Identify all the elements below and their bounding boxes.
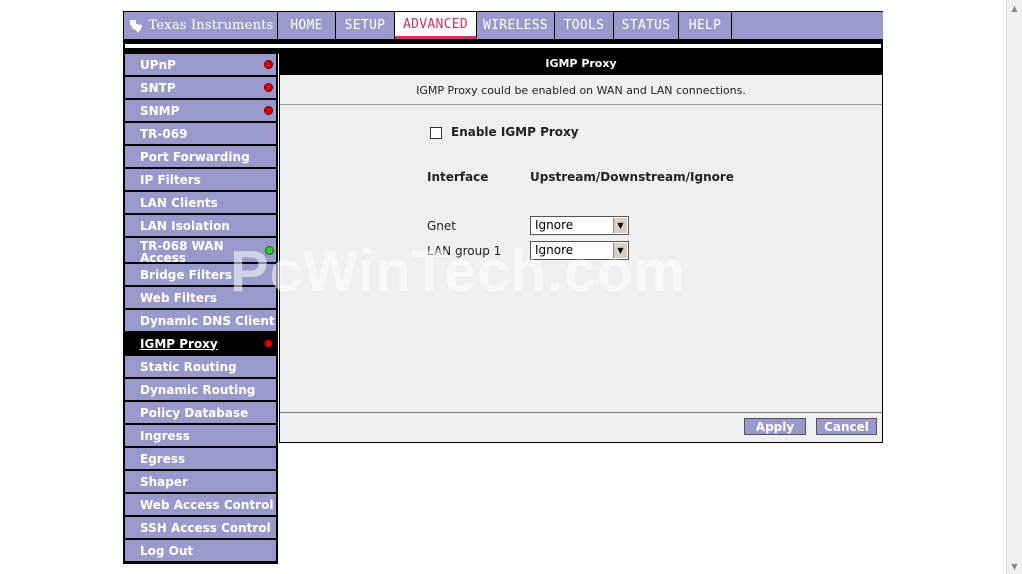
sidebar-item-policy-database[interactable]: Policy Database — [125, 402, 276, 423]
dropdown-arrow-icon[interactable]: ▼ — [613, 243, 627, 258]
status-red-icon — [264, 106, 273, 115]
sidebar-item-label: Port Forwarding — [140, 149, 250, 164]
tab-setup[interactable]: SETUP — [336, 12, 395, 39]
sidebar-item-label: Egress — [140, 451, 186, 466]
sidebar-item-label: IGMP Proxy — [140, 336, 218, 351]
enable-igmp-proxy-checkbox[interactable] — [430, 127, 442, 139]
sidebar-item-label: Web Access Control — [140, 497, 274, 512]
sidebar-item-snmp[interactable]: SNMP — [125, 100, 276, 121]
sidebar-item-shaper[interactable]: Shaper — [125, 471, 276, 492]
gnet-mode-select[interactable]: Ignore ▼ — [530, 216, 629, 235]
vertical-scrollbar[interactable]: ▲ ▼ — [1006, 0, 1022, 574]
main-panel: IGMP Proxy IGMP Proxy could be enabled o… — [279, 53, 883, 443]
sidebar-item-label: Dynamic Routing — [140, 382, 256, 397]
sidebar-item-label: Ingress — [140, 428, 190, 443]
sidebar-item-port-forwarding[interactable]: Port Forwarding — [125, 146, 276, 167]
sidebar-item-ingress[interactable]: Ingress — [125, 425, 276, 446]
sidebar-item-sntp[interactable]: SNTP — [125, 77, 276, 98]
tab-home[interactable]: HOME — [278, 12, 336, 39]
sidebar-item-label: Bridge Filters — [140, 267, 233, 282]
column-header-interface: Interface — [427, 170, 489, 184]
top-nav-bar: Texas Instruments HOME SETUP ADVANCED WI… — [123, 11, 883, 40]
tab-wireless[interactable]: WIRELESS — [477, 12, 555, 39]
texas-state-icon — [129, 19, 142, 33]
footer-divider — [280, 412, 882, 413]
sidebar-item-label: Web Filters — [140, 290, 218, 305]
sidebar-item-lan-clients[interactable]: LAN Clients — [125, 192, 276, 213]
sidebar-item-label: Dynamic DNS Client — [140, 313, 275, 328]
sidebar-item-static-routing[interactable]: Static Routing — [125, 356, 276, 377]
sidebar-item-web-filters[interactable]: Web Filters — [125, 287, 276, 308]
brand-name: Texas Instruments — [148, 18, 274, 33]
sidebar-item-label: IP Filters — [140, 172, 201, 187]
sidebar-item-igmp-proxy[interactable]: IGMP Proxy — [125, 333, 276, 354]
apply-button[interactable]: Apply — [744, 418, 806, 435]
status-red-icon — [264, 339, 273, 348]
status-red-icon — [264, 83, 273, 92]
sidebar-item-upnp[interactable]: UPnP — [125, 54, 276, 75]
sidebar-item-label: SNMP — [140, 103, 180, 118]
sidebar-item-dynamic-dns-client[interactable]: Dynamic DNS Client — [125, 310, 276, 331]
page-title: IGMP Proxy — [280, 53, 882, 75]
sidebar-item-label: UPnP — [140, 57, 176, 72]
status-red-icon — [264, 60, 273, 69]
column-header-mode: Upstream/Downstream/Ignore — [530, 170, 734, 184]
page-description: IGMP Proxy could be enabled on WAN and L… — [280, 75, 882, 105]
sidebar-item-label: LAN Clients — [140, 195, 218, 210]
sidebar-item-egress[interactable]: Egress — [125, 448, 276, 469]
dropdown-arrow-icon[interactable]: ▼ — [613, 218, 627, 233]
interface-label-lan-group-1: LAN group 1 — [427, 244, 502, 258]
sidebar-item-label: Policy Database — [140, 405, 249, 420]
sidebar-item-tr069[interactable]: TR-069 — [125, 123, 276, 144]
sidebar-item-lan-isolation[interactable]: LAN Isolation — [125, 215, 276, 236]
cancel-button[interactable]: Cancel — [816, 418, 877, 435]
tab-tools[interactable]: TOOLS — [555, 12, 614, 39]
sidebar-item-label: LAN Isolation — [140, 218, 230, 233]
sidebar-item-label: Log Out — [140, 543, 194, 558]
scroll-down-icon[interactable]: ▼ — [1007, 558, 1022, 574]
nav-filler — [732, 12, 883, 39]
select-value: Ignore — [535, 243, 574, 257]
sidebar: UPnP SNTP SNMP TR-069 Port Forwarding IP… — [123, 53, 278, 564]
sidebar-item-label: SSH Access Control — [140, 520, 271, 535]
sidebar-item-label: Shaper — [140, 474, 188, 489]
tab-advanced[interactable]: ADVANCED — [395, 12, 477, 39]
sidebar-item-ip-filters[interactable]: IP Filters — [125, 169, 276, 190]
sidebar-item-label: TR-068 WAN Access — [140, 239, 224, 265]
sidebar-item-label: Static Routing — [140, 359, 237, 374]
router-admin-frame: Texas Instruments HOME SETUP ADVANCED WI… — [123, 11, 883, 564]
sidebar-item-web-access-control[interactable]: Web Access Control — [125, 494, 276, 515]
brand-logo: Texas Instruments — [124, 12, 278, 39]
sidebar-item-label: SNTP — [140, 80, 176, 95]
tab-help[interactable]: HELP — [679, 12, 732, 39]
sidebar-item-bridge-filters[interactable]: Bridge Filters — [125, 264, 276, 285]
enable-igmp-proxy-label: Enable IGMP Proxy — [451, 125, 579, 139]
sidebar-item-tr068-status-cell — [255, 238, 276, 262]
select-value: Ignore — [535, 218, 574, 232]
sidebar-item-log-out[interactable]: Log Out — [125, 540, 276, 561]
sidebar-item-label: TR-069 — [140, 126, 188, 141]
status-green-icon — [265, 246, 274, 255]
sidebar-item-dynamic-routing[interactable]: Dynamic Routing — [125, 379, 276, 400]
scroll-up-icon[interactable]: ▲ — [1007, 0, 1022, 16]
lan-group-1-mode-select[interactable]: Ignore ▼ — [530, 241, 629, 260]
interface-label-gnet: Gnet — [427, 219, 456, 233]
sidebar-item-tr068-wan-access[interactable]: TR-068 WAN Access — [125, 238, 255, 265]
header-divider — [123, 40, 883, 54]
sidebar-item-ssh-access-control[interactable]: SSH Access Control — [125, 517, 276, 538]
tab-status[interactable]: STATUS — [614, 12, 679, 39]
